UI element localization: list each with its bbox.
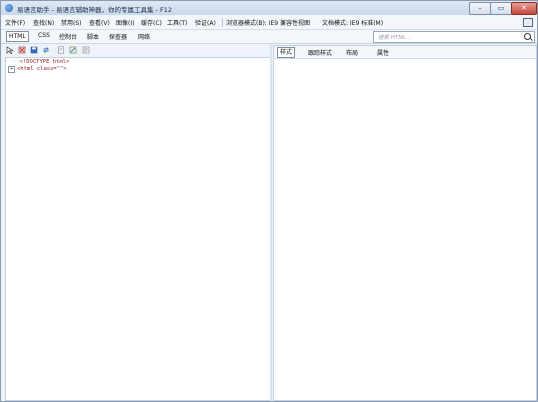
tab-layout[interactable]: 布局 [346,48,358,57]
menu-disable[interactable]: 禁用(S) [61,18,82,27]
menu-separator [222,18,223,27]
menu-file[interactable]: 文件(F) [5,18,25,27]
tab-style[interactable]: 样式 [277,47,296,58]
window-title: 易语言助手 - 易语言辅助神器，你的专属工具集 - F12 [17,6,172,14]
refresh-icon[interactable] [42,46,50,54]
menu-bar: 文件(F) 查找(N) 禁用(S) 查看(V) 图像(I) 缓存(C) 工具(T… [1,16,537,30]
tab-network[interactable]: 网络 [138,32,150,41]
view-source-icon[interactable] [57,46,65,54]
clear-icon[interactable] [18,46,26,54]
maximize-button[interactable]: ▭ [490,2,512,15]
search-icon[interactable] [524,33,531,40]
menu-tools[interactable]: 工具(T) [167,18,187,27]
styles-pane: 样式 跟踪样式 布局 属性 [273,45,537,401]
app-icon [5,4,13,12]
unpin-icon[interactable] [523,18,533,27]
doctype-node[interactable]: <!DOCTYPE html> [20,59,70,65]
word-wrap-icon[interactable] [82,46,90,54]
html-tree-pane[interactable]: ··<!DOCTYPE html> + <html class=""> [5,57,271,401]
tab-bar: HTML CSS 控制台 脚本 探查器 网络 搜索 HTML... [1,30,537,44]
menu-validate[interactable]: 验证(A) [195,18,216,27]
document-mode-menu[interactable]: 文档模式: IE9 标准(M) [322,18,383,27]
tab-console[interactable]: 控制台 [59,32,77,41]
tab-html[interactable]: HTML [6,31,29,42]
devtools-window: 易语言助手 - 易语言辅助神器，你的专属工具集 - F12 – ▭ ✕ 文件(F… [0,0,538,402]
pane-splitter[interactable] [270,44,272,400]
menu-images[interactable]: 图像(I) [116,18,134,27]
tab-script[interactable]: 脚本 [87,32,99,41]
search-input[interactable]: 搜索 HTML... [378,33,411,41]
tab-profiler[interactable]: 探查器 [109,32,127,41]
search-html-box[interactable]: 搜索 HTML... [373,31,535,43]
title-bar: 易语言助手 - 易语言辅助神器，你的专属工具集 - F12 – ▭ ✕ [1,1,537,15]
browser-mode-menu[interactable]: 浏览器模式(B): IE9 兼容性视图 [226,18,310,27]
menu-cache[interactable]: 缓存(C) [141,18,162,27]
close-button[interactable]: ✕ [511,2,537,15]
select-element-icon[interactable] [6,46,14,54]
tab-css[interactable]: CSS [38,32,50,39]
menu-view[interactable]: 查看(V) [89,18,110,27]
menu-find[interactable]: 查找(N) [33,18,54,27]
minimize-button[interactable]: – [469,2,491,15]
tree-html[interactable]: + <html class=""> [8,66,67,73]
tree-doctype[interactable]: ··<!DOCTYPE html> [13,59,69,65]
html-node[interactable]: <html class=""> [17,66,67,72]
html-toolbar [1,44,269,56]
edit-icon[interactable] [69,46,77,54]
tab-trace-styles[interactable]: 跟踪样式 [308,48,332,57]
tab-attributes[interactable]: 属性 [377,48,389,57]
right-tab-bar: 样式 跟踪样式 布局 属性 [274,46,536,59]
save-icon[interactable] [30,46,38,54]
expand-plus-icon[interactable]: + [8,66,15,73]
